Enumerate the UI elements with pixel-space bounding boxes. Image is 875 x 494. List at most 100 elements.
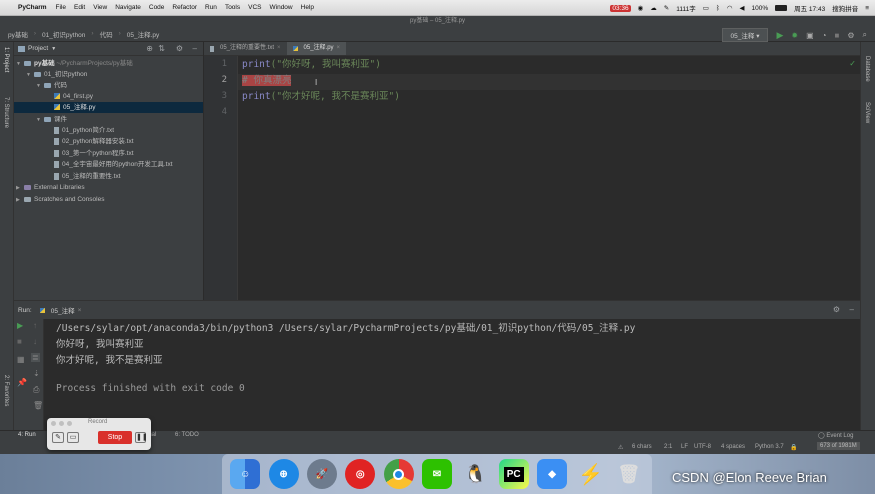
stop-recording-button[interactable]: Stop [98, 431, 132, 444]
tree-item-file-selected[interactable]: 05_注释.py [14, 102, 203, 113]
menu-window[interactable]: Window [270, 4, 293, 11]
pen-tray-icon[interactable]: ✎ [664, 4, 669, 12]
tree-item-file[interactable]: 04_全宇宙最好用的python开发工具.txt [54, 159, 173, 170]
breadcrumb-file[interactable]: 05_注释.py [127, 29, 160, 39]
window-dot-icon[interactable] [59, 421, 64, 426]
tree-item-courseware-folder[interactable]: ▼ 课件 [36, 114, 67, 125]
breadcrumb-project[interactable]: py基础 [8, 29, 28, 39]
volume-icon[interactable]: ◀ [740, 4, 745, 12]
settings-icon[interactable]: ⚙ [847, 31, 854, 40]
run-icon[interactable]: ▶ [776, 30, 783, 41]
tree-item-file[interactable]: 01_python简介.txt [54, 125, 114, 136]
rerun-icon[interactable]: ▶ [17, 321, 23, 330]
close-icon[interactable]: × [337, 42, 341, 55]
expand-arrow-icon[interactable]: ▼ [36, 115, 44, 126]
memory-indicator[interactable]: 673 of 1981M [817, 442, 860, 450]
tab-notes-file[interactable]: 05_注释的重要性.txt × [204, 42, 287, 55]
tree-item-external-libraries[interactable]: ▶ External Libraries [16, 182, 85, 193]
interpreter[interactable]: Python 3.7 [755, 444, 784, 450]
netease-music-icon[interactable]: ◎ [345, 459, 376, 489]
pen-tool-icon[interactable]: ✎ [52, 432, 64, 443]
battery-label[interactable]: 100% [752, 5, 769, 12]
tree-item-folder[interactable]: ▼ 01_初识python [26, 69, 87, 80]
debug-icon[interactable]: ✹ [791, 31, 798, 40]
tree-item-scratches[interactable]: ▶ Scratches and Consoles [16, 194, 104, 205]
qq-icon[interactable]: 🐧 [460, 459, 490, 489]
todo-tool-tab[interactable]: 6: TODO [175, 432, 199, 438]
hide-panel-icon[interactable]: – [193, 44, 197, 53]
layout-icon[interactable]: ▦ [17, 355, 25, 364]
chrome-icon[interactable] [383, 459, 414, 489]
expand-arrow-icon[interactable]: ▼ [36, 81, 44, 92]
tree-item-file[interactable]: 03_第一个python程序.txt [54, 148, 134, 159]
menu-navigate[interactable]: Navigate [115, 4, 141, 11]
tree-item-file[interactable]: 02_python解释器安装.txt [54, 136, 134, 147]
menu-view[interactable]: View [93, 4, 107, 11]
menu-refactor[interactable]: Refactor [172, 4, 197, 11]
window-select-icon[interactable]: ▭ [67, 432, 79, 443]
cloud-tray-icon[interactable]: ☁ [650, 4, 657, 12]
run-tool-tab[interactable]: 4: Run [18, 432, 36, 438]
caret-position[interactable]: 2:1 [664, 444, 672, 450]
lock-icon[interactable]: 🔒 [790, 444, 797, 451]
locate-icon[interactable]: ⊕ [146, 44, 153, 53]
wifi-icon[interactable]: ◠ [727, 4, 733, 12]
coverage-icon[interactable]: ▣ [806, 31, 814, 40]
bolt-app-icon[interactable]: ⚡ [575, 459, 605, 489]
tree-item-file[interactable]: 04_first.py [54, 91, 93, 102]
scroll-down-icon[interactable]: ↓ [33, 337, 37, 346]
wechat-icon[interactable]: ✉ [421, 459, 452, 489]
pin-icon[interactable]: 📌 [17, 378, 27, 387]
expand-arrow-icon[interactable]: ▼ [26, 70, 34, 81]
tree-item-file[interactable]: 05_注释的重要性.txt [54, 171, 121, 182]
tree-item-code-folder[interactable]: ▼ 代码 [36, 80, 67, 91]
stop-icon[interactable]: ■ [17, 337, 22, 346]
indent-setting[interactable]: 4 spaces [721, 444, 745, 450]
tree-item-project-root[interactable]: ▼ py基础 ~/PycharmProjects/py基础 [16, 58, 133, 69]
clock[interactable]: 周五 17:43 [794, 3, 825, 13]
print-icon[interactable]: ⎙ [33, 385, 39, 395]
event-log-tab[interactable]: ◯ Event Log [818, 432, 853, 439]
trash-icon[interactable]: 🗑 [33, 401, 43, 410]
menu-file[interactable]: File [56, 4, 66, 11]
sciview-tool-tab[interactable]: SciView [864, 102, 870, 123]
search-icon[interactable]: ⌕ [863, 30, 867, 40]
project-view-select[interactable]: Project [28, 45, 48, 52]
favorites-tool-tab[interactable]: 2: Favorites [3, 375, 9, 406]
input-method[interactable]: 搜狗拼音 [832, 3, 858, 13]
project-tool-tab[interactable]: 1: Project [3, 47, 9, 72]
window-dot-icon[interactable] [51, 421, 56, 426]
code-line-comment[interactable]: # 你真漂亮 [242, 73, 292, 89]
chevron-down-icon[interactable]: ▼ [51, 46, 56, 52]
pause-icon[interactable]: ❚❚ [135, 432, 148, 443]
menu-run[interactable]: Run [205, 4, 217, 11]
wechat-tray-icon[interactable]: ◉ [638, 4, 644, 12]
finder-icon[interactable]: ☺ [230, 459, 261, 489]
list-icon[interactable]: ≡ [865, 5, 869, 12]
safari-icon[interactable]: ⊕ [268, 459, 299, 489]
close-icon[interactable]: × [78, 307, 82, 314]
run-tab[interactable]: 05_注释 × [39, 305, 82, 315]
battery-icon[interactable] [775, 5, 788, 11]
word-counter[interactable]: 1111字 [676, 3, 696, 13]
pen-app-icon[interactable]: ◆ [537, 459, 568, 489]
menu-tools[interactable]: Tools [225, 4, 240, 11]
profile-icon[interactable]: ◔ [822, 31, 827, 40]
soft-wrap-icon[interactable]: ≣ [31, 353, 40, 362]
collapse-all-icon[interactable]: ⇅ [158, 44, 165, 53]
expand-arrow-icon[interactable]: ▶ [16, 183, 24, 194]
close-icon[interactable]: × [277, 42, 281, 55]
trash-icon[interactable]: 🗑 [614, 459, 644, 489]
app-menu-pycharm[interactable]: PyCharm [18, 4, 47, 11]
tab-active-file[interactable]: 05_注释.py × [286, 42, 347, 55]
menu-code[interactable]: Code [149, 4, 165, 11]
stop-icon[interactable]: ■ [835, 31, 840, 40]
expand-arrow-icon[interactable]: ▶ [16, 195, 24, 206]
code-line[interactable]: print("你好呀, 我叫赛利亚") [242, 57, 381, 73]
menu-edit[interactable]: Edit [74, 4, 85, 11]
gear-icon[interactable]: ⚙ [833, 305, 840, 314]
launchpad-icon[interactable]: 🚀 [306, 459, 337, 489]
record-indicator[interactable]: 03:36 [610, 4, 631, 12]
run-config-select[interactable]: 05_注释 ▾ [721, 28, 769, 42]
window-dot-icon[interactable] [67, 421, 72, 426]
